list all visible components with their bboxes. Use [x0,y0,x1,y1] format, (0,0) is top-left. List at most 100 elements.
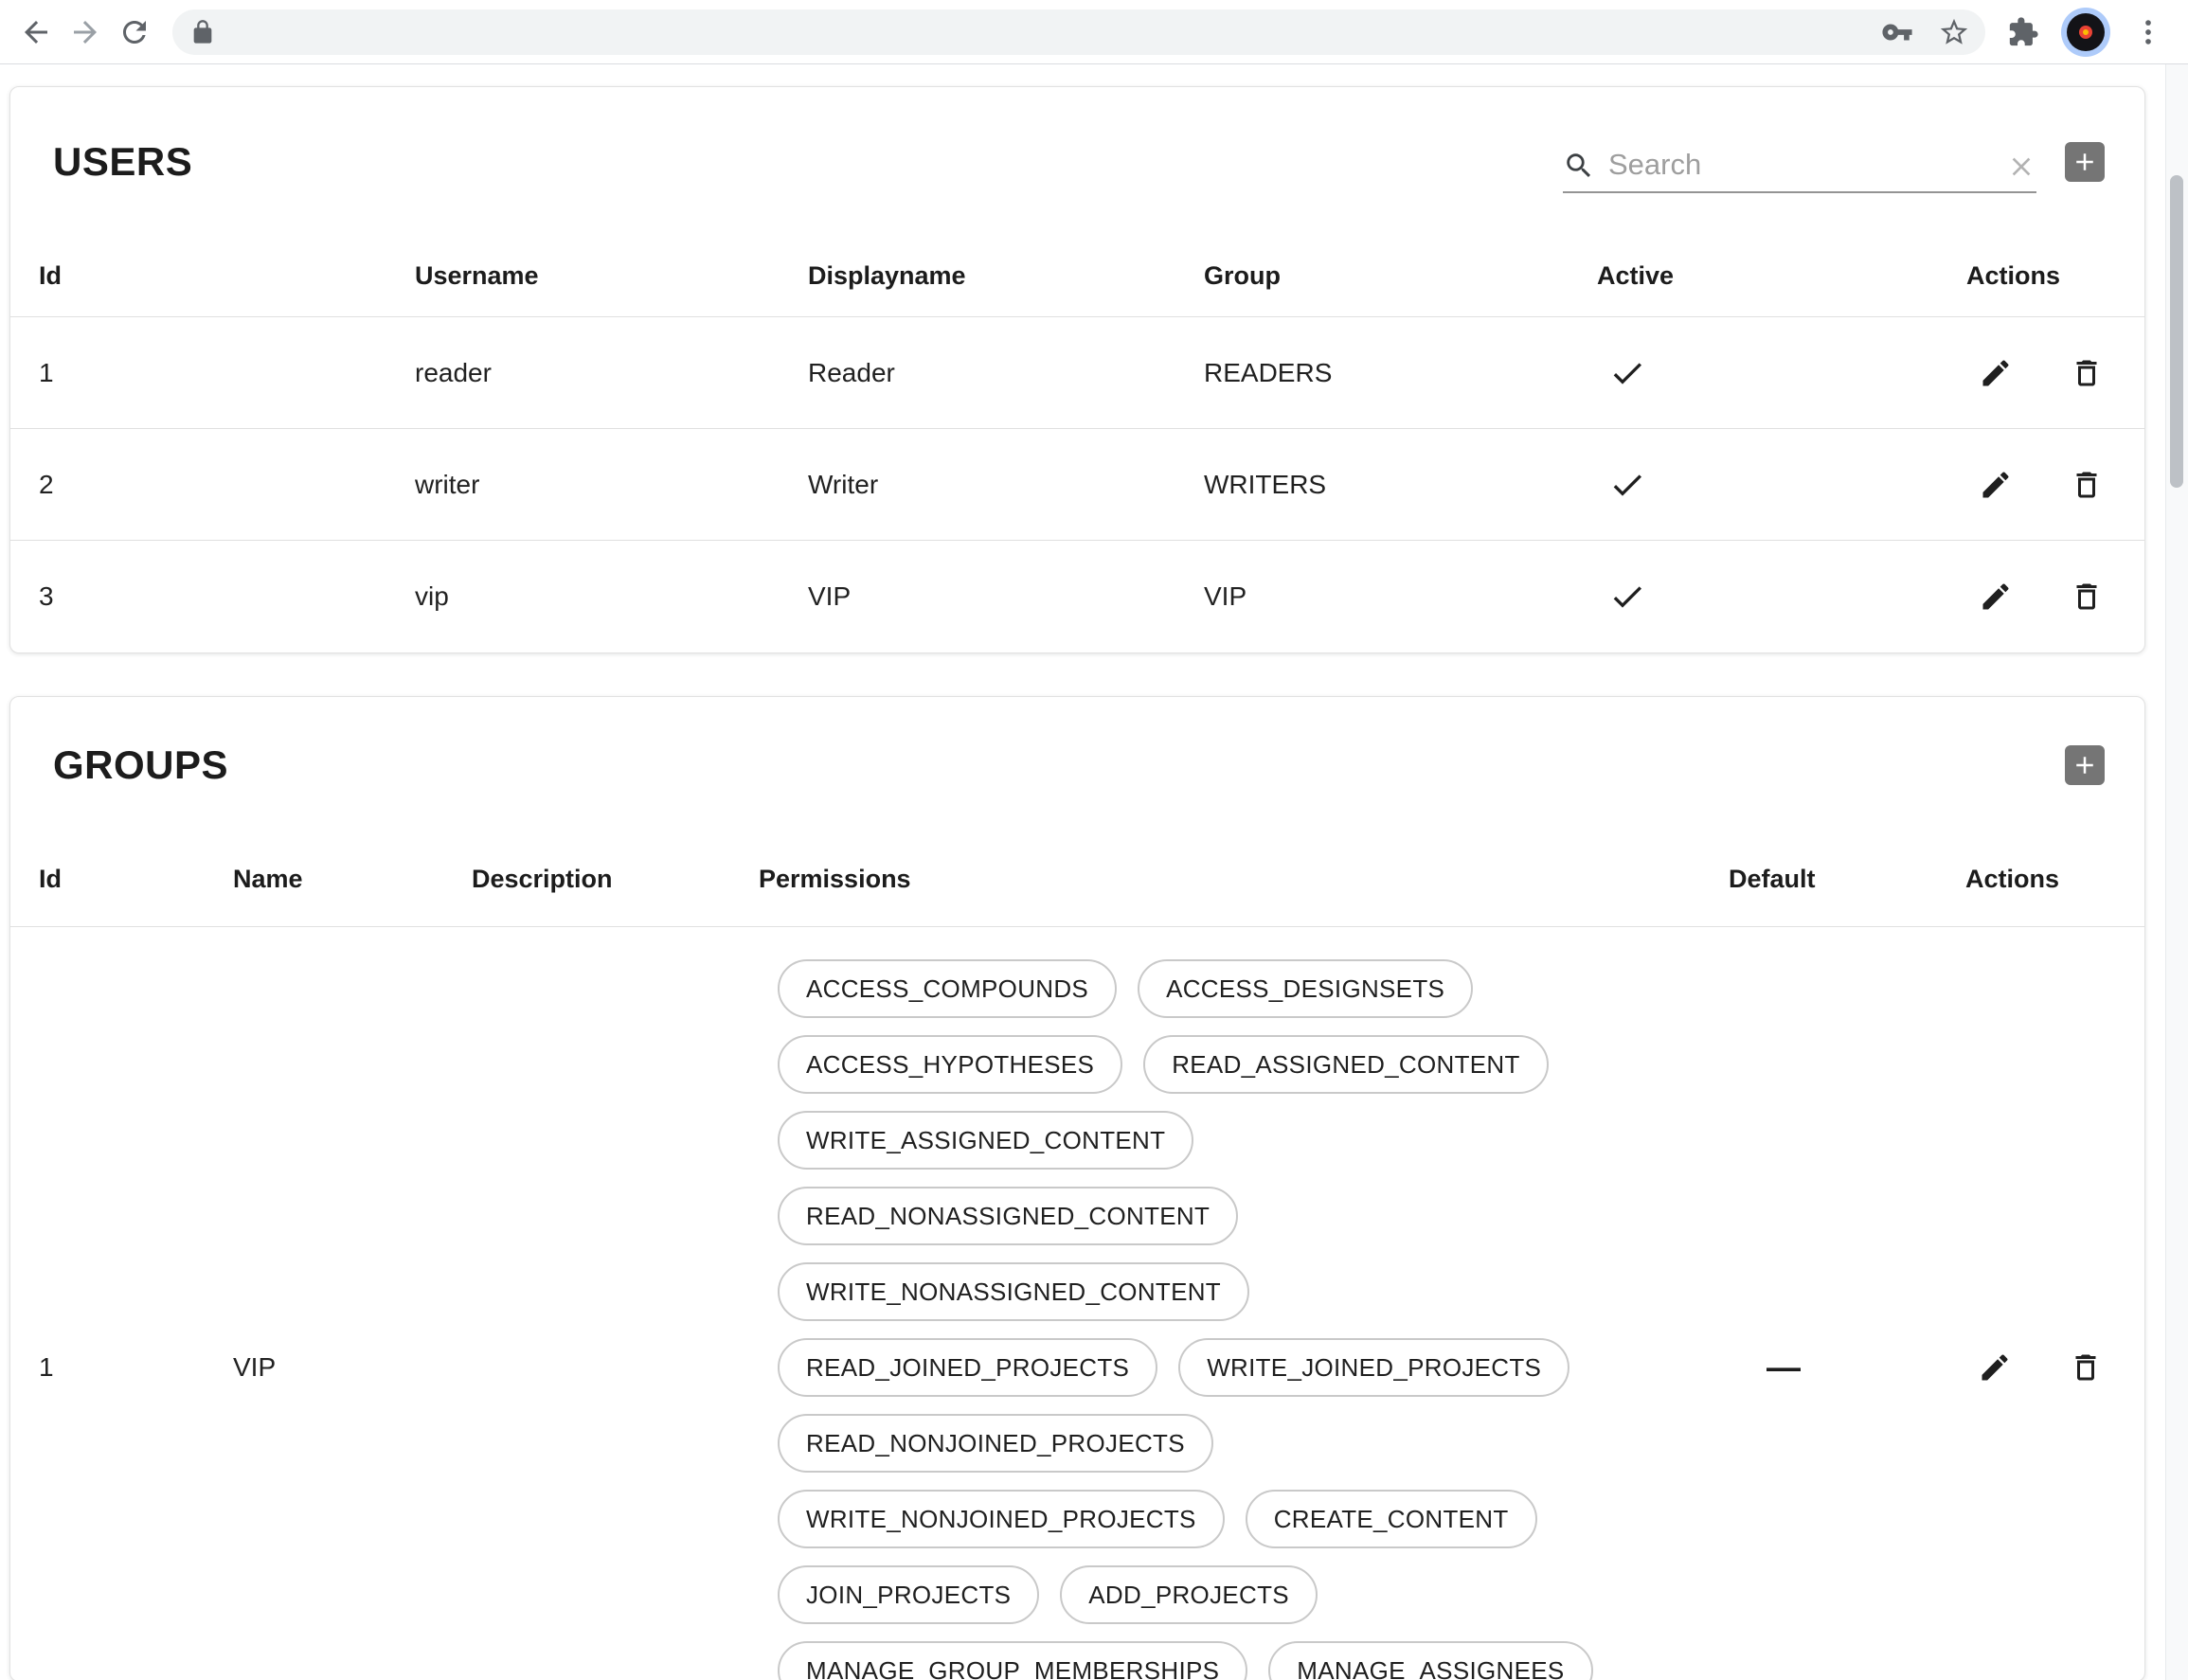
delete-user-button[interactable] [2069,355,2105,391]
permission-chip: WRITE_JOINED_PROJECTS [1178,1338,1569,1397]
avatar-disc [2067,13,2105,51]
plus-icon [2071,148,2099,176]
permission-chip: WRITE_ASSIGNED_CONTENT [778,1111,1193,1170]
edit-user-button[interactable] [1978,355,2014,391]
trash-icon [2070,356,2104,390]
user-username: writer [415,470,808,500]
permission-chip: READ_ASSIGNED_CONTENT [1143,1035,1548,1094]
users-section: USERS Id Username Displayname Group [9,86,2145,653]
puzzle-icon [2007,16,2039,48]
users-table-header: Id Username Displayname Group Active Act… [10,236,2144,317]
scrollbar-thumb[interactable] [2170,175,2183,488]
groups-col-id: Id [39,865,233,894]
user-id: 2 [39,470,415,500]
group-permissions: ACCESS_COMPOUNDS ACCESS_DESIGNSETS ACCESS_… [759,927,1611,1680]
user-username: reader [415,358,808,388]
user-row: 1 reader Reader READERS [10,317,2144,429]
browser-window: USERS Id Username Displayname Group [0,0,2188,1680]
delete-group-button[interactable] [2068,1349,2104,1385]
user-id: 3 [39,581,415,612]
search-icon [1563,150,1595,182]
user-active-indicator [1597,354,1966,392]
trash-icon [2070,580,2104,614]
toolbar-right-cluster [1999,8,2173,57]
groups-table-header: Id Name Description Permissions Default … [10,832,2144,927]
delete-user-button[interactable] [2069,467,2105,503]
edit-user-button[interactable] [1978,467,2014,503]
permission-chip: CREATE_CONTENT [1246,1490,1537,1548]
back-button[interactable] [11,8,61,57]
permission-chip: WRITE_NONASSIGNED_CONTENT [778,1262,1249,1321]
permission-chip: READ_NONASSIGNED_CONTENT [778,1187,1238,1245]
user-active-indicator [1597,466,1966,504]
permission-chip: MANAGE_GROUP_MEMBERSHIPS [778,1641,1247,1680]
permission-chip: READ_NONJOINED_PROJECTS [778,1414,1213,1473]
page-scrollbar[interactable] [2165,64,2188,1680]
group-id: 1 [39,1352,233,1383]
user-group: VIP [1204,581,1597,612]
user-actions [1966,579,2144,615]
check-icon [1608,578,1646,616]
groups-section: GROUPS Id Name Description Permissions D… [9,696,2145,1680]
password-key-icon[interactable] [1881,16,1913,48]
bookmark-star-icon[interactable] [1938,16,1970,48]
user-row: 2 writer Writer WRITERS [10,429,2144,541]
user-id: 1 [39,358,415,388]
permission-chip: ADD_PROJECTS [1060,1565,1318,1624]
edit-group-button[interactable] [1977,1349,2013,1385]
group-actions [1965,1349,2144,1385]
user-actions [1966,355,2144,391]
back-arrow-icon [19,15,53,49]
users-col-displayname: Displayname [808,261,1204,291]
profile-avatar[interactable] [2061,8,2110,57]
groups-col-default: Default [1729,865,1965,894]
delete-user-button[interactable] [2069,579,2105,615]
plus-icon [2071,751,2099,779]
add-user-button[interactable] [2065,142,2105,182]
extensions-button[interactable] [1999,8,2048,57]
groups-title: GROUPS [53,742,228,788]
permission-chip: ACCESS_COMPOUNDS [778,959,1117,1018]
browser-toolbar [0,0,2188,64]
groups-col-name: Name [233,865,472,894]
user-actions [1966,467,2144,503]
clear-search-icon[interactable] [2006,152,2036,182]
user-displayname: Reader [808,358,1204,388]
pencil-icon [1979,468,2013,502]
default-dash: — [1767,1348,1801,1386]
groups-col-permissions: Permissions [759,865,1729,894]
user-displayname: VIP [808,581,1204,612]
user-row: 3 vip VIP VIP [10,541,2144,652]
forward-arrow-icon [68,15,102,49]
users-col-active: Active [1597,261,1966,291]
edit-user-button[interactable] [1978,579,2014,615]
permission-chip: READ_JOINED_PROJECTS [778,1338,1157,1397]
reload-icon [117,15,152,49]
user-group: READERS [1204,358,1597,388]
pencil-icon [1978,1350,2012,1385]
user-group: WRITERS [1204,470,1597,500]
users-col-group: Group [1204,261,1597,291]
forward-button[interactable] [61,8,110,57]
user-displayname: Writer [808,470,1204,500]
search-input[interactable] [1608,148,1993,182]
user-username: vip [415,581,808,612]
permission-chip: ACCESS_DESIGNSETS [1138,959,1473,1018]
trash-icon [2070,468,2104,502]
browser-menu-button[interactable] [2124,8,2173,57]
users-search [1563,131,2036,193]
lock-icon[interactable] [189,19,216,45]
three-dots-icon [2132,16,2164,48]
user-active-indicator [1597,578,1966,616]
permission-chip: ACCESS_HYPOTHESES [778,1035,1122,1094]
permission-chip: MANAGE_ASSIGNEES [1268,1641,1592,1680]
groups-col-actions: Actions [1965,865,2144,894]
reload-button[interactable] [110,8,159,57]
admin-page: USERS Id Username Displayname Group [0,64,2165,1680]
users-table-body: 1 reader Reader READERS 2 writer Writer … [10,317,2144,652]
address-bar[interactable] [172,9,1985,55]
trash-icon [2069,1350,2103,1385]
group-row: 1 VIP ACCESS_COMPOUNDSACCESS_DESIGNSETSA… [10,927,2144,1680]
add-group-button[interactable] [2065,745,2105,785]
group-name: VIP [233,1352,472,1383]
